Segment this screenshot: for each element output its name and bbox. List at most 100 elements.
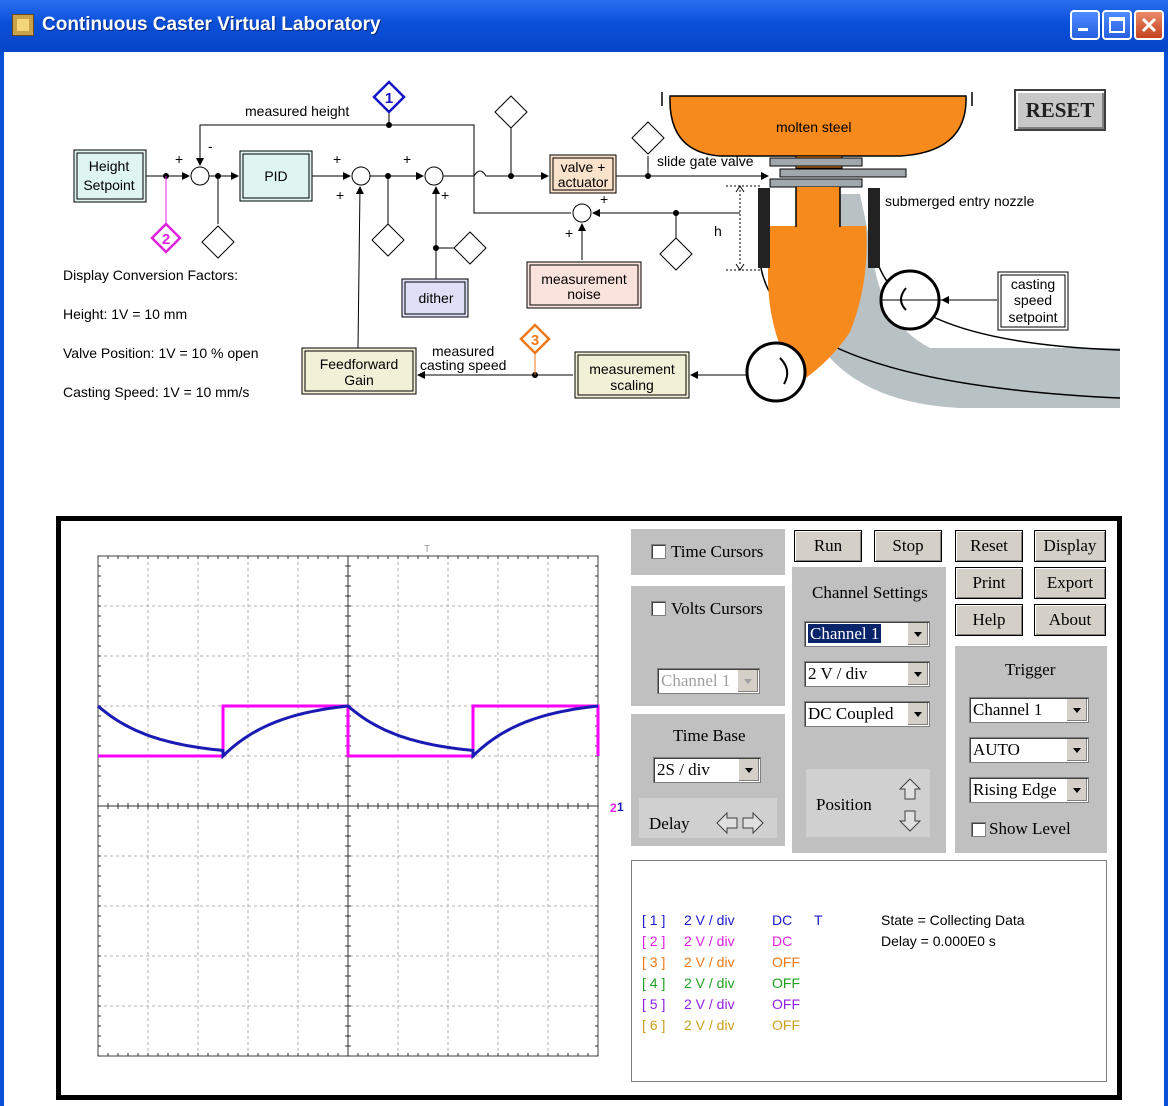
channel-scale: 2 V / div — [684, 996, 735, 1012]
chevron-down-icon — [1066, 699, 1087, 721]
help-button[interactable]: Help — [955, 604, 1023, 636]
roller-speed-sensor — [745, 341, 807, 403]
display-button[interactable]: Display — [1034, 530, 1106, 562]
volts-cursors-checkbox[interactable] — [651, 601, 666, 616]
channel-scale: 2 V / div — [684, 912, 735, 928]
channel-coupling: OFF — [772, 954, 800, 970]
arrow-down-icon[interactable] — [898, 810, 922, 832]
state-text: State = Collecting Data — [881, 912, 1025, 928]
trigger-title: Trigger — [1005, 660, 1056, 679]
sign-plus: + — [441, 187, 449, 203]
chevron-down-icon — [1066, 739, 1087, 761]
arrow-up-icon[interactable] — [898, 778, 922, 800]
channel-settings-title: Channel Settings — [812, 583, 928, 602]
block-pid: PID — [264, 168, 287, 184]
channel-coupling: OFF — [772, 1017, 800, 1033]
time-base-select[interactable]: 2S / div — [653, 757, 761, 783]
block-speed-setpoint-3: setpoint — [1008, 309, 1057, 325]
minimize-icon — [1078, 28, 1088, 31]
about-button[interactable]: About — [1034, 604, 1106, 636]
cursor-channel-select[interactable]: Channel 1 — [657, 668, 760, 694]
maximize-button[interactable] — [1102, 10, 1132, 40]
block-height-setpoint-1: Height — [89, 158, 130, 174]
channel-scale: 2 V / div — [684, 975, 735, 991]
time-base-value: 2S / div — [657, 760, 710, 779]
trigger-edge-value: Rising Edge — [973, 780, 1057, 799]
block-noise-2: noise — [567, 286, 601, 302]
conversion-heading: Display Conversion Factors: — [63, 267, 239, 283]
trigger-mode-select[interactable]: AUTO — [969, 737, 1089, 763]
trigger-mode-value: AUTO — [973, 740, 1020, 759]
scope-reset-button[interactable]: Reset — [955, 530, 1023, 562]
label-molten-steel: molten steel — [776, 119, 851, 135]
conversion-speed: Casting Speed: 1V = 10 mm/s — [63, 384, 250, 400]
volts-cursors-panel: Volts Cursors Channel 1 — [631, 586, 785, 706]
channel-id: [ 4 ] — [642, 975, 666, 991]
scope-screen: T 2 1 — [97, 544, 624, 1057]
sign-plus: + — [403, 151, 411, 167]
label-sen: submerged entry nozzle — [885, 193, 1035, 209]
chevron-down-icon — [1066, 779, 1087, 801]
channel-id: [ 3 ] — [642, 954, 666, 970]
marker-2-label: 2 — [162, 231, 170, 248]
title-bar[interactable]: Continuous Caster Virtual Laboratory — [0, 0, 1168, 52]
ground-marker-2: 2 — [610, 801, 617, 815]
channel-scale: 2 V / div — [684, 1017, 735, 1033]
channel-select[interactable]: Channel 1 — [804, 621, 930, 647]
time-cursors-checkbox[interactable] — [651, 544, 666, 559]
sign-minus: - — [208, 138, 213, 154]
sign-plus: + — [333, 151, 341, 167]
close-button[interactable] — [1134, 10, 1164, 40]
process-diagram: molten steel submerged entry nozzle h He… — [73, 80, 1121, 408]
chevron-down-icon — [737, 670, 758, 692]
slide-gate-lower — [769, 178, 863, 188]
arrow-right-icon[interactable] — [742, 811, 764, 835]
channel-scale: 2 V / div — [684, 954, 735, 970]
chevron-down-icon — [907, 623, 928, 645]
delay-value-text: Delay = 0.000E0 s — [881, 933, 996, 949]
chevron-down-icon — [738, 759, 759, 781]
block-scaling-2: scaling — [610, 377, 654, 393]
sign-plus: + — [175, 151, 183, 167]
trigger-channel-select[interactable]: Channel 1 — [969, 697, 1089, 723]
block-valve-2: actuator — [558, 174, 609, 190]
label-measured-height: measured height — [245, 103, 349, 119]
print-button[interactable]: Print — [955, 567, 1023, 599]
block-speed-setpoint-1: casting — [1011, 276, 1055, 292]
marker-1-label: 1 — [385, 90, 393, 107]
delay-arrows — [716, 811, 764, 835]
coupling-select[interactable]: DC Coupled — [804, 701, 930, 727]
time-cursors-panel: Time Cursors — [631, 529, 785, 575]
minimize-button[interactable] — [1070, 10, 1100, 40]
maximize-icon — [1109, 17, 1125, 33]
time-base-panel: Time Base 2S / div Delay — [631, 714, 785, 846]
export-button[interactable]: Export — [1034, 567, 1106, 599]
trigger-marker: T — [424, 544, 430, 555]
channel-coupling: DC — [772, 912, 793, 928]
show-level-label: Show Level — [989, 819, 1071, 838]
delay-label: Delay — [649, 814, 690, 833]
position-label: Position — [816, 795, 872, 814]
channel-scale: 2 V / div — [684, 933, 735, 949]
conversion-valve: Valve Position: 1V = 10 % open — [63, 345, 259, 361]
window-title: Continuous Caster Virtual Laboratory — [42, 14, 381, 35]
show-level-checkbox[interactable] — [971, 822, 986, 837]
sign-plus: + — [600, 191, 608, 207]
conversion-height: Height: 1V = 10 mm — [63, 306, 188, 322]
stop-button[interactable]: Stop — [874, 530, 942, 562]
run-button[interactable]: Run — [794, 530, 862, 562]
slide-gate-upper — [769, 157, 863, 167]
channel-trigger: T — [814, 912, 823, 928]
arrow-left-icon[interactable] — [716, 811, 738, 835]
block-feedforward-2: Gain — [344, 372, 374, 388]
block-noise-1: measurement — [541, 271, 627, 287]
block-scaling-1: measurement — [589, 361, 675, 377]
trigger-edge-select[interactable]: Rising Edge — [969, 777, 1089, 803]
volts-div-select[interactable]: 2 V / div — [804, 661, 930, 687]
block-valve-1: valve + — [561, 159, 606, 175]
channel-id: [ 1 ] — [642, 912, 666, 928]
reset-simulation-button[interactable]: RESET — [1014, 89, 1106, 131]
position-arrows — [898, 778, 922, 832]
channel-id: [ 2 ] — [642, 933, 666, 949]
sign-plus: + — [336, 187, 344, 203]
